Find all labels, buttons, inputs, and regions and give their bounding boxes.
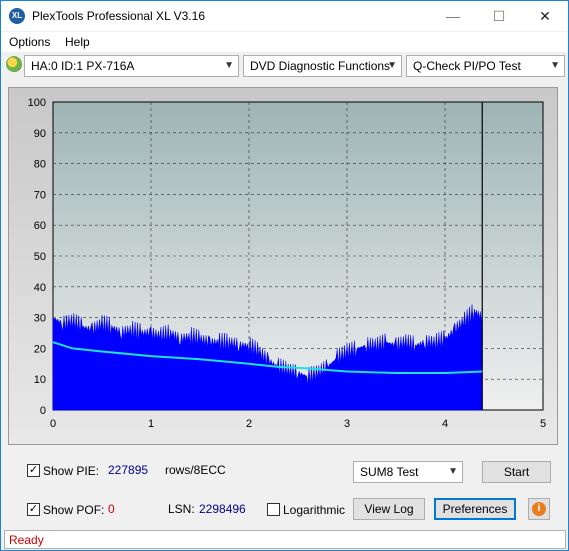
drive-select[interactable]: HA:0 ID:1 PX-716A ▼ [24, 55, 239, 77]
logarithmic-label: Logarithmic [283, 503, 346, 517]
title-bar: XL PlexTools Professional XL V3.16 — ☐ ✕ [1, 1, 568, 31]
drive-icon [6, 56, 22, 72]
pi-po-chart: 0 10 20 30 40 50 60 70 80 90 100 0 1 2 3 4 5 [28, 97, 546, 430]
menu-bar: Options Help [1, 32, 568, 52]
y-tick-label: 30 [34, 313, 46, 325]
lsn-label: LSN: [168, 502, 195, 516]
preferences-button[interactable]: Preferences [434, 498, 516, 520]
menu-help[interactable]: Help [65, 35, 90, 49]
logarithmic-checkbox[interactable] [267, 503, 280, 516]
x-tick-label: 4 [442, 418, 448, 430]
y-tick-label: 90 [34, 128, 46, 140]
test-select[interactable]: Q-Check PI/PO Test ▼ [406, 55, 565, 77]
y-tick-label: 0 [40, 405, 46, 417]
status-text: Ready [9, 533, 44, 547]
app-window: XL PlexTools Professional XL V3.16 — ☐ ✕… [0, 0, 569, 551]
info-icon: i [532, 502, 546, 516]
maximize-button[interactable]: ☐ [476, 1, 522, 31]
chevron-down-icon: ▼ [448, 466, 458, 477]
x-tick-label: 2 [246, 418, 252, 430]
unread-region [483, 103, 543, 410]
y-tick-label: 70 [34, 189, 46, 201]
y-tick-label: 100 [28, 97, 46, 109]
show-pie-label: Show PIE: [43, 464, 100, 478]
menu-options[interactable]: Options [9, 35, 50, 49]
y-tick-label: 40 [34, 282, 46, 294]
y-tick-label: 60 [34, 220, 46, 232]
chevron-down-icon: ▼ [550, 60, 560, 71]
show-pie-checkbox[interactable]: ✓ [27, 464, 40, 477]
show-pof-checkbox[interactable]: ✓ [27, 503, 40, 516]
x-tick-label: 5 [540, 418, 546, 430]
view-log-button[interactable]: View Log [353, 498, 425, 520]
info-button[interactable]: i [528, 498, 550, 520]
window-title: PlexTools Professional XL V3.16 [32, 9, 205, 23]
chevron-down-icon: ▼ [387, 60, 397, 71]
toolbar: HA:0 ID:1 PX-716A ▼ DVD Diagnostic Funct… [1, 53, 568, 81]
show-pof-label: Show POF: [43, 503, 105, 517]
function-select-value: DVD Diagnostic Functions [250, 59, 391, 73]
control-panel: ✓ Show PIE: 227895 rows/8ECC ✓ Show POF:… [8, 453, 558, 525]
pie-value: 227895 [108, 463, 149, 477]
start-button[interactable]: Start [482, 461, 551, 483]
pof-value: 0 [108, 502, 115, 516]
app-logo-icon: XL [9, 8, 25, 24]
close-button[interactable]: ✕ [522, 1, 568, 31]
x-tick-label: 0 [50, 418, 56, 430]
sum-select[interactable]: SUM8 Test ▼ [353, 461, 463, 483]
y-tick-label: 80 [34, 159, 46, 171]
y-tick-label: 10 [34, 374, 46, 386]
minimize-button[interactable]: — [430, 1, 476, 31]
function-select[interactable]: DVD Diagnostic Functions ▼ [243, 55, 402, 77]
y-tick-label: 20 [34, 343, 46, 355]
test-select-value: Q-Check PI/PO Test [413, 59, 521, 73]
status-bar: Ready [4, 530, 566, 549]
chevron-down-icon: ▼ [224, 60, 234, 71]
x-tick-label: 3 [344, 418, 350, 430]
drive-select-value: HA:0 ID:1 PX-716A [31, 59, 135, 73]
lsn-value: 2298496 [199, 502, 246, 516]
x-tick-label: 1 [148, 418, 154, 430]
y-tick-label: 50 [34, 251, 46, 263]
chart-panel: 0 10 20 30 40 50 60 70 80 90 100 0 1 2 3 4 5 [8, 87, 558, 445]
sum-select-value: SUM8 Test [360, 465, 419, 479]
pie-unit: rows/8ECC [165, 463, 226, 477]
